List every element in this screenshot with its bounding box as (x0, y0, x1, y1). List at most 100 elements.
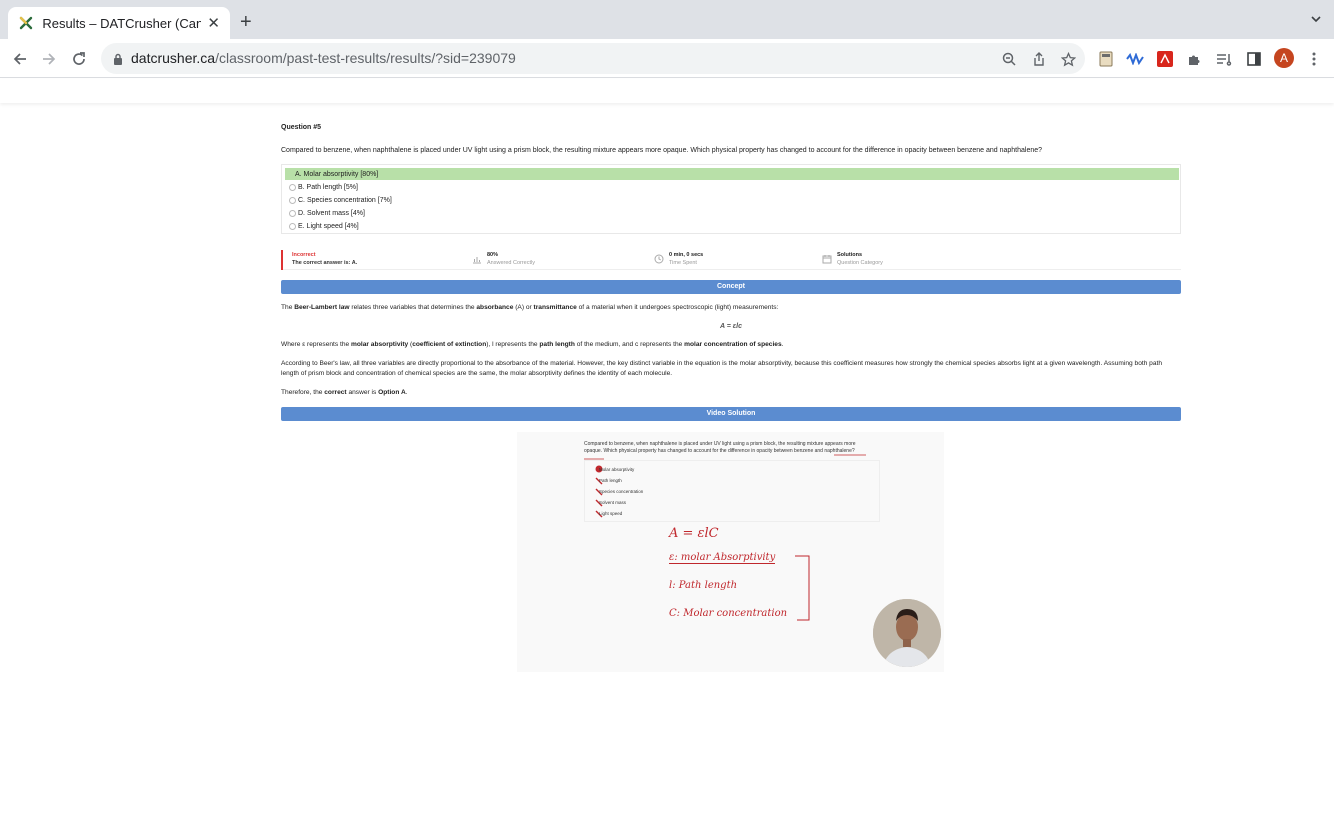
pdf-extension-icon[interactable] (1155, 49, 1175, 69)
side-panel-icon[interactable] (1244, 49, 1264, 69)
video-option: Path length (599, 478, 622, 483)
answer-options: A. Molar absorptivity [80%] B. Path leng… (281, 164, 1181, 234)
text-run: of a material when it undergoes spectros… (576, 304, 779, 311)
hw-line: A = εlC (669, 526, 719, 541)
time-label: Time Spent (669, 260, 697, 266)
text-run: . (781, 341, 784, 348)
new-tab-icon[interactable]: + (240, 11, 252, 34)
hw-line: C: Molar concentration (669, 608, 788, 619)
text-bold: transmittance (533, 304, 577, 311)
text-run: . (405, 389, 408, 396)
tab-search-chevron-icon[interactable] (1310, 12, 1322, 30)
option-label: D. Solvent mass [4%] (298, 209, 365, 217)
text-run: of the medium, and c represents the (574, 341, 685, 348)
video-solution-player[interactable]: Compared to benzene, when naphthalene is… (517, 432, 944, 672)
tab-title: Results – DATCrusher (Canadian (42, 15, 202, 31)
radio-icon (289, 196, 296, 204)
video-option: Molar absorptivity (599, 467, 635, 472)
option-d: D. Solvent mass [4%] (285, 207, 1179, 219)
answered-label: Answered Correctly (487, 260, 535, 266)
radio-icon (289, 183, 296, 191)
category-value: Solutions (837, 252, 863, 258)
forward-arrow-icon[interactable] (38, 48, 60, 70)
result-status: Incorrect The correct answer is: A. (292, 252, 357, 266)
concept-paragraph-1: The Beer-Lambert law relates three varia… (281, 303, 1181, 313)
time-spent-stat: 0 min, 0 secs Time Spent (654, 252, 704, 266)
text-run: answer is (346, 389, 379, 396)
hw-line: l: Path length (669, 580, 738, 591)
extensions-puzzle-icon[interactable] (1184, 49, 1204, 69)
lock-icon[interactable] (113, 52, 123, 70)
concept-header: Concept (281, 280, 1181, 294)
question-category-stat: Solutions Question Category (822, 252, 883, 266)
radio-icon (289, 222, 296, 230)
text-run: ), l represents the (486, 341, 540, 348)
profile-avatar[interactable]: A (1274, 48, 1294, 68)
reload-icon[interactable] (68, 48, 90, 70)
bookmark-star-icon[interactable] (1059, 50, 1077, 68)
option-e: E. Light speed [4%] (285, 220, 1179, 232)
address-bar[interactable]: datcrusher.ca/classroom/past-test-result… (101, 43, 1085, 74)
reading-list-icon[interactable] (1214, 49, 1234, 69)
text-bold: molar absorptivity (351, 341, 409, 348)
text-bold: path length (539, 341, 575, 348)
incorrect-indicator-bar (281, 250, 283, 270)
bracket-mark (795, 555, 810, 621)
answered-correctly-stat: 80% Answered Correctly (473, 252, 535, 266)
radio-icon (289, 209, 296, 217)
concept-paragraph-2: Where ε represents the molar absorptivit… (281, 340, 1181, 350)
option-label: A. Molar absorptivity [80%] (295, 170, 379, 178)
calendar-icon (822, 255, 832, 264)
text-bold: absorbance (476, 304, 514, 311)
option-a-correct: A. Molar absorptivity [80%] (285, 168, 1179, 180)
category-label: Question Category (837, 260, 883, 266)
video-options: Molar absorptivity Path length Species c… (584, 460, 880, 522)
zoom-icon[interactable] (1000, 50, 1018, 68)
url-host: datcrusher.ca (131, 50, 216, 66)
clock-icon (654, 254, 664, 264)
bar-chart-icon (473, 257, 481, 264)
video-option: Species concentration (599, 489, 644, 494)
option-c: C. Species concentration [7%] (285, 194, 1179, 206)
text-bold: molar concentration of species (684, 341, 782, 348)
option-label: C. Species concentration [7%] (298, 196, 392, 204)
tab-close-icon[interactable]: ✕ (207, 14, 220, 32)
text-bold: correct (324, 389, 347, 396)
time-value: 0 min, 0 secs (669, 252, 704, 258)
hw-line: ε: molar Absorptivity (669, 552, 776, 564)
text-bold: Option A (378, 389, 406, 396)
video-option: Light speed (599, 511, 623, 516)
text-run: Where ε represents the (281, 341, 352, 348)
datcrusher-favicon-icon (18, 15, 33, 31)
browser-tab[interactable]: Results – DATCrusher (Canadian ✕ (8, 7, 230, 39)
concept-paragraph-4: Therefore, the correct answer is Option … (281, 388, 1181, 398)
instructor-webcam (873, 599, 941, 667)
option-label: B. Path length [5%] (298, 183, 358, 191)
waveform-extension-icon[interactable] (1125, 49, 1145, 69)
browser-tab-bar: Results – DATCrusher (Canadian ✕ + (0, 0, 1334, 39)
text-run: relates three variables that determines … (349, 304, 477, 311)
answered-value: 80% (487, 252, 499, 258)
option-b: B. Path length [5%] (285, 181, 1179, 193)
back-arrow-icon[interactable] (9, 48, 31, 70)
option-label: E. Light speed [4%] (298, 222, 359, 230)
status-text: Incorrect (292, 252, 316, 258)
url-path: /classroom/past-test-results/results/?si… (215, 50, 516, 66)
concept-paragraph-3: According to Beer's law, all three varia… (281, 360, 1163, 377)
correct-answer-text: The correct answer is: A. (292, 260, 358, 266)
video-solution-header: Video Solution (281, 407, 1181, 421)
site-header-strip (0, 79, 1334, 103)
text-run: (A) or (513, 304, 534, 311)
text-bold: Beer-Lambert law (294, 304, 350, 311)
question-number: Question #5 (281, 124, 322, 131)
text-run: Therefore, the (281, 389, 325, 396)
text-bold: coefficient of extinction (412, 341, 487, 348)
result-stats: Incorrect The correct answer is: A. 80% … (281, 250, 1181, 270)
text-run: The (281, 304, 295, 311)
share-icon[interactable] (1030, 50, 1048, 68)
browser-toolbar: datcrusher.ca/classroom/past-test-result… (0, 39, 1334, 78)
handwritten-notes: A = εlC ε: molar Absorptivity l: Path le… (667, 524, 827, 634)
calculator-extension-icon[interactable] (1096, 49, 1116, 69)
chrome-menu-icon[interactable] (1304, 49, 1324, 69)
beer-lambert-formula: A = εlc (720, 323, 742, 330)
